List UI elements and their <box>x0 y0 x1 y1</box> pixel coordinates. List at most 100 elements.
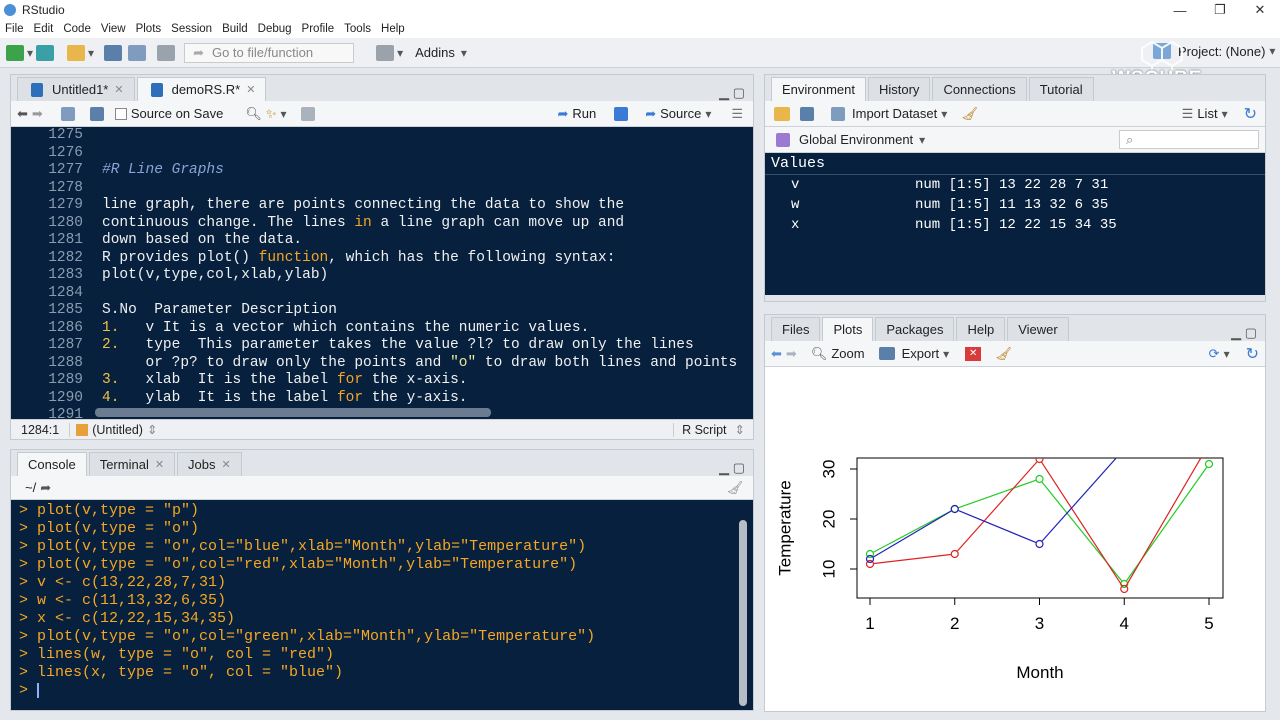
menu-plots[interactable]: Plots <box>131 23 167 35</box>
zoom-button[interactable]: Zoom <box>831 346 864 361</box>
chevron-down-icon[interactable]: ▾ <box>397 46 403 60</box>
broom-icon[interactable]: 🧹︎ <box>995 346 1012 362</box>
remove-plot-icon[interactable]: ✕ <box>965 346 982 361</box>
menu-help[interactable]: Help <box>376 23 410 35</box>
refresh-icon[interactable]: ↻ <box>1246 344 1259 364</box>
tab-history[interactable]: History <box>867 77 931 101</box>
minimize-button[interactable]: — <box>1160 0 1200 20</box>
chevron-down-icon[interactable]: ▾ <box>281 107 287 121</box>
magic-wand-icon[interactable]: ✨︎ <box>266 106 277 122</box>
save-icon[interactable] <box>89 106 104 121</box>
code-editor[interactable]: 1275 1276 1277 1278 1279 1280 1281 1282 1283 1284… <box>11 127 753 419</box>
pane-minmax-icon[interactable]: ▁ ▢ <box>719 460 745 476</box>
pane-minmax-icon[interactable]: ▁ ▢ <box>719 85 745 101</box>
close-icon[interactable]: ✕ <box>114 83 123 96</box>
series-1-point <box>950 549 959 559</box>
new-file-icon[interactable] <box>6 44 24 61</box>
tab-files[interactable]: Files <box>771 317 821 341</box>
open-folder-icon[interactable] <box>67 44 86 61</box>
console-scrollbar[interactable] <box>739 520 747 706</box>
file-type-menu[interactable]: R Script <box>673 422 734 437</box>
tab-terminal[interactable]: Terminal ✕ <box>88 452 176 476</box>
menu-build[interactable]: Build <box>217 23 253 35</box>
env-row[interactable]: x num [1:5] 12 22 15 34 35 <box>765 215 1265 235</box>
new-project-icon[interactable] <box>36 44 55 61</box>
broom-icon[interactable]: 🧹︎ <box>726 480 743 496</box>
x-tick-label: 2 <box>950 614 959 633</box>
chevron-down-icon[interactable]: ▾ <box>461 46 467 60</box>
chevron-down-icon[interactable]: ▾ <box>941 107 947 121</box>
scope-menu[interactable]: (Untitled) <box>92 423 143 437</box>
close-icon[interactable]: ✕ <box>246 83 255 96</box>
forward-arrow-icon[interactable]: ➡ <box>786 346 797 362</box>
menu-profile[interactable]: Profile <box>297 23 340 35</box>
menu-session[interactable]: Session <box>166 23 217 35</box>
tab-environment[interactable]: Environment <box>771 77 866 101</box>
project-menu[interactable]: Project: (None) ▾ <box>1150 43 1275 59</box>
chevron-down-icon[interactable]: ▾ <box>1224 347 1230 361</box>
tab-untitled1[interactable]: Untitled1* ✕ <box>17 77 135 101</box>
broom-icon[interactable]: 🧹︎ <box>961 106 978 122</box>
outline-icon[interactable]: ☰ <box>731 106 743 122</box>
grid-layout-icon[interactable] <box>376 44 395 61</box>
close-icon[interactable]: ✕ <box>155 458 164 471</box>
tab-connections[interactable]: Connections <box>932 77 1027 101</box>
tab-help[interactable]: Help <box>956 317 1006 341</box>
tab-jobs[interactable]: Jobs ✕ <box>177 452 242 476</box>
source-button[interactable]: ➦ Source ▾ <box>645 106 711 122</box>
chevron-down-icon[interactable]: ▾ <box>27 46 33 60</box>
export-button[interactable]: Export <box>902 346 940 361</box>
tab-demors[interactable]: demoRS.R* ✕ <box>136 77 267 101</box>
tab-plots[interactable]: Plots <box>822 317 874 341</box>
share-arrow-icon[interactable]: ➦ <box>40 480 51 496</box>
tab-console[interactable]: Console <box>17 452 87 476</box>
pane-minmax-icon[interactable]: ▁ ▢ <box>1231 325 1257 341</box>
horizontal-scrollbar[interactable] <box>95 408 491 417</box>
tab-packages[interactable]: Packages <box>875 317 955 341</box>
refresh-icon[interactable]: ↻ <box>1244 104 1257 124</box>
rerun-icon[interactable] <box>614 106 629 121</box>
env-row[interactable]: w num [1:5] 11 13 32 6 35 <box>765 195 1265 215</box>
show-in-window-icon[interactable] <box>60 106 75 121</box>
r-file-icon <box>31 82 43 97</box>
source-on-save-checkbox[interactable] <box>114 107 127 120</box>
save-all-icon[interactable] <box>128 44 147 61</box>
menu-debug[interactable]: Debug <box>253 23 297 35</box>
print-icon[interactable] <box>157 44 176 61</box>
env-row[interactable]: v num [1:5] 13 22 28 7 31 <box>765 175 1265 195</box>
chevron-down-icon[interactable]: ▾ <box>919 133 925 147</box>
forward-arrow-icon[interactable]: ➡ <box>32 106 43 122</box>
tab-tutorial[interactable]: Tutorial <box>1028 77 1094 101</box>
menu-file[interactable]: File <box>0 23 29 35</box>
save-icon[interactable] <box>800 106 814 121</box>
series-2-point <box>1206 441 1213 448</box>
menu-view[interactable]: View <box>96 23 131 35</box>
publish-icon[interactable]: ⟳ <box>1209 346 1220 362</box>
chevron-down-icon[interactable]: ▾ <box>1222 107 1228 121</box>
chevron-down-icon[interactable]: ▾ <box>943 347 949 361</box>
save-icon[interactable] <box>104 44 123 61</box>
addins-menu[interactable]: Addins <box>415 45 455 60</box>
menu-edit[interactable]: Edit <box>29 23 59 35</box>
console-output[interactable]: > plot(v,type = "p") > plot(v,type = "o")… <box>11 500 753 710</box>
import-dataset-button[interactable]: Import Dataset <box>852 106 937 121</box>
list-view-button[interactable]: List <box>1197 106 1217 121</box>
global-environment-menu[interactable]: Global Environment <box>799 132 913 147</box>
maximize-button[interactable]: ❐ <box>1200 0 1240 20</box>
import-icon[interactable] <box>831 106 845 121</box>
menu-code[interactable]: Code <box>58 23 96 35</box>
back-arrow-icon[interactable]: ⬅ <box>17 106 28 122</box>
close-icon[interactable]: ✕ <box>222 458 231 471</box>
run-button[interactable]: ➦ Run <box>557 106 596 122</box>
back-arrow-icon[interactable]: ⬅ <box>771 346 782 362</box>
goto-file-input[interactable]: ➦ Go to file/function <box>184 42 355 63</box>
menu-tools[interactable]: Tools <box>339 23 376 35</box>
tab-viewer[interactable]: Viewer <box>1007 317 1069 341</box>
source-arrow-icon: ➦ <box>645 105 657 121</box>
compile-report-icon[interactable] <box>300 106 315 121</box>
env-search-input[interactable]: ⌕ <box>1119 130 1259 149</box>
search-icon[interactable]: 🔍︎ <box>245 106 262 122</box>
chevron-down-icon[interactable]: ▾ <box>88 46 94 60</box>
open-folder-icon[interactable] <box>774 106 790 121</box>
close-button[interactable]: ✕ <box>1240 0 1280 20</box>
